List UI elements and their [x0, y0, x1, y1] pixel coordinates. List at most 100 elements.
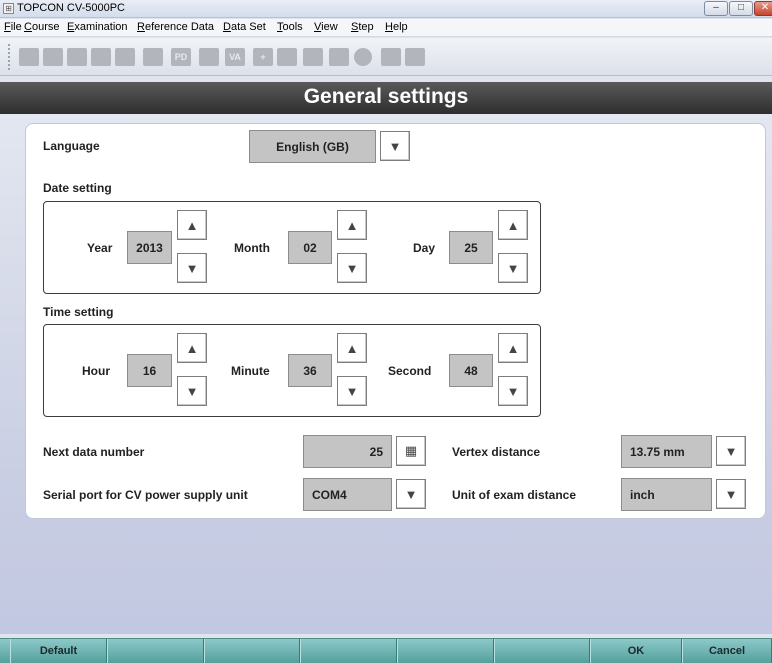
- day-up-button[interactable]: ▲: [498, 210, 528, 240]
- vertex-distance-label: Vertex distance: [452, 445, 541, 459]
- year-down-button[interactable]: ▼: [177, 253, 207, 283]
- footer-slot-6[interactable]: [494, 639, 590, 663]
- cancel-label: Cancel: [708, 645, 746, 657]
- menu-help[interactable]: Help: [385, 21, 408, 33]
- toolbar-button-bubble[interactable]: [300, 44, 326, 70]
- toolbar-button-square[interactable]: [196, 44, 222, 70]
- menu-step[interactable]: Step: [351, 21, 374, 33]
- toolbar-button-book[interactable]: [326, 44, 352, 70]
- month-up-button[interactable]: ▲: [337, 210, 367, 240]
- chevron-down-icon: ▼: [404, 486, 418, 502]
- month-field[interactable]: 02: [288, 231, 332, 264]
- menu-course[interactable]: Course: [24, 21, 59, 33]
- app-icon: ⊞: [3, 3, 14, 14]
- serial-port-value: COM4: [312, 487, 347, 502]
- toolbar-button-wrench[interactable]: [402, 44, 428, 70]
- minute-label: Minute: [231, 364, 270, 378]
- arrow-up-icon: ▲: [506, 217, 520, 233]
- minimize-button[interactable]: –: [704, 1, 728, 16]
- next-data-number-field[interactable]: 25: [303, 435, 392, 468]
- toolbar: PD VA +: [0, 38, 772, 76]
- arrow-down-icon: ▼: [506, 260, 520, 276]
- hour-field[interactable]: 16: [127, 354, 172, 387]
- circle-icon: [354, 48, 372, 66]
- menu-examination[interactable]: Examination: [67, 21, 128, 33]
- serial-port-label: Serial port for CV power supply unit: [43, 488, 248, 502]
- toolbar-button-flag[interactable]: [274, 44, 300, 70]
- toolbar-button-phoropter[interactable]: [112, 44, 138, 70]
- arrow-down-icon: ▼: [345, 383, 359, 399]
- month-down-button[interactable]: ▼: [337, 253, 367, 283]
- hour-up-button[interactable]: ▲: [177, 333, 207, 363]
- day-field[interactable]: 25: [449, 231, 493, 264]
- toolbar-button-va[interactable]: VA: [222, 44, 248, 70]
- serial-port-dropdown-button[interactable]: ▼: [396, 479, 426, 509]
- minute-down-button[interactable]: ▼: [337, 376, 367, 406]
- second-up-button[interactable]: ▲: [498, 333, 528, 363]
- second-down-button[interactable]: ▼: [498, 376, 528, 406]
- year-up-button[interactable]: ▲: [177, 210, 207, 240]
- menu-view[interactable]: View: [314, 21, 338, 33]
- toolbar-button-pd[interactable]: PD: [168, 44, 194, 70]
- language-field[interactable]: English (GB): [249, 130, 376, 163]
- year-value: 2013: [136, 240, 163, 255]
- briefcase-icon: [19, 48, 39, 66]
- toolbar-button-person[interactable]: [40, 44, 66, 70]
- footer-slot-4[interactable]: [300, 639, 397, 663]
- menu-data-set[interactable]: Data Set: [223, 21, 266, 33]
- vertex-distance-dropdown-button[interactable]: ▼: [716, 436, 746, 466]
- hour-down-button[interactable]: ▼: [177, 376, 207, 406]
- toolbar-button-lens-pair[interactable]: [88, 44, 114, 70]
- date-setting-label: Date setting: [43, 181, 112, 195]
- page-title: General settings: [303, 85, 469, 108]
- toolbar-button-briefcase[interactable]: [16, 44, 42, 70]
- calculator-button[interactable]: ▦: [396, 436, 426, 466]
- menu-reference-data[interactable]: Reference Data: [137, 21, 214, 33]
- vertex-distance-field[interactable]: 13.75 mm: [621, 435, 712, 468]
- close-button[interactable]: ✕: [754, 1, 772, 16]
- footer-slot-2[interactable]: [107, 639, 204, 663]
- exam-distance-unit-dropdown-button[interactable]: ▼: [716, 479, 746, 509]
- ok-button[interactable]: OK: [590, 639, 682, 663]
- arrow-up-icon: ▲: [185, 217, 199, 233]
- menu-bar: File Course Examination Reference Data D…: [0, 19, 772, 37]
- hour-value: 16: [142, 363, 157, 378]
- title-bar: ⊞ TOPCON CV-5000PC – □ ✕: [0, 0, 772, 18]
- next-data-number-value: 25: [369, 444, 383, 459]
- exam-distance-unit-field[interactable]: inch: [621, 478, 712, 511]
- year-field[interactable]: 2013: [127, 231, 172, 264]
- vertex-distance-value: 13.75 mm: [630, 444, 685, 459]
- month-label: Month: [234, 241, 270, 255]
- toolbar-button-add[interactable]: +: [250, 44, 276, 70]
- minute-field[interactable]: 36: [288, 354, 332, 387]
- day-down-button[interactable]: ▼: [498, 253, 528, 283]
- toolbar-button-lens[interactable]: [64, 44, 90, 70]
- wrench-icon: [405, 48, 425, 66]
- arrow-down-icon: ▼: [185, 383, 199, 399]
- month-value: 02: [303, 240, 317, 255]
- language-dropdown-button[interactable]: ▼: [380, 131, 410, 161]
- pd-icon: PD: [171, 48, 191, 66]
- cancel-button[interactable]: Cancel: [682, 639, 772, 663]
- toolbar-button-folder[interactable]: [140, 44, 166, 70]
- toolbar-button-circle[interactable]: [350, 44, 376, 70]
- default-button[interactable]: Default: [10, 639, 107, 663]
- footer-slot-3[interactable]: [204, 639, 300, 663]
- maximize-button[interactable]: □: [729, 1, 753, 16]
- toolbar-button-printer[interactable]: [378, 44, 404, 70]
- hour-label: Hour: [82, 364, 110, 378]
- arrow-down-icon: ▼: [185, 260, 199, 276]
- footer-slot-5[interactable]: [397, 639, 494, 663]
- minute-up-button[interactable]: ▲: [337, 333, 367, 363]
- square-icon: [199, 48, 219, 66]
- arrow-down-icon: ▼: [345, 260, 359, 276]
- toolbar-grip[interactable]: [8, 44, 11, 70]
- menu-file[interactable]: File: [4, 21, 22, 33]
- person-icon: [43, 48, 63, 66]
- folder-icon: [143, 48, 163, 66]
- bubble-icon: [303, 48, 323, 66]
- second-field[interactable]: 48: [449, 354, 493, 387]
- serial-port-field[interactable]: COM4: [303, 478, 392, 511]
- menu-tools[interactable]: Tools: [277, 21, 303, 33]
- day-label: Day: [413, 241, 436, 255]
